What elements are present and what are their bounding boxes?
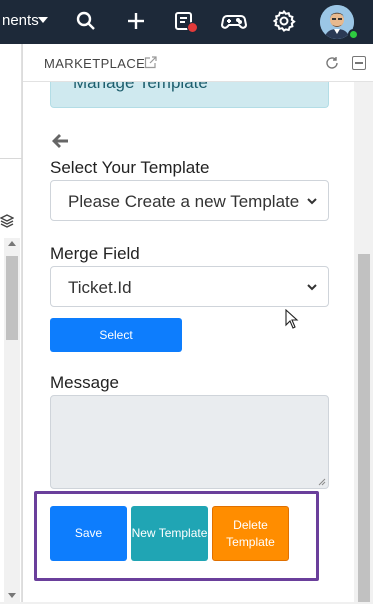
alert-text: Manage Template	[73, 82, 208, 92]
refresh-icon[interactable]	[325, 56, 339, 70]
new-template-button[interactable]: New Template	[131, 506, 208, 561]
divider	[0, 158, 22, 159]
merge-field-label: Merge Field	[50, 244, 140, 263]
back-arrow-icon[interactable]	[50, 132, 70, 150]
layers-icon[interactable]	[0, 212, 14, 230]
message-label: Message	[50, 373, 119, 392]
merge-field-select[interactable]: Ticket.Id	[50, 266, 329, 307]
marketplace-panel: MARKETPLACE Manage Template Select Your …	[22, 44, 373, 602]
delete-template-button[interactable]: Delete Template	[212, 506, 289, 561]
message-textarea[interactable]	[50, 395, 329, 489]
resize-grip-icon[interactable]	[318, 478, 326, 486]
template-select-value: Please Create a new Template	[68, 192, 300, 211]
external-link-icon[interactable]	[144, 56, 157, 69]
panel-header: MARKETPLACE	[23, 44, 373, 82]
panel-title: MARKETPLACE	[44, 56, 146, 71]
left-scrollbar-thumb[interactable]	[6, 256, 18, 340]
template-label: Select Your Template	[50, 158, 210, 177]
top-nav-bar: nents	[0, 0, 373, 44]
search-icon[interactable]	[74, 9, 98, 33]
chevron-down-icon	[307, 284, 317, 291]
panel-scrollbar[interactable]	[354, 82, 373, 602]
left-scrollbar[interactable]	[4, 238, 20, 604]
nav-menu-label[interactable]: nents	[2, 12, 39, 29]
scroll-down-arrow-icon[interactable]	[8, 593, 16, 598]
collapse-icon[interactable]	[352, 56, 366, 70]
caret-down-icon[interactable]	[38, 17, 48, 23]
manage-template-alert: Manage Template	[50, 82, 329, 108]
gear-icon[interactable]	[272, 9, 296, 33]
online-status-dot	[348, 29, 359, 40]
gamepad-icon[interactable]	[221, 9, 247, 33]
left-background-pane	[0, 44, 22, 604]
scroll-up-arrow-icon[interactable]	[8, 241, 16, 246]
notification-badge	[187, 22, 198, 33]
mouse-cursor-icon	[285, 309, 299, 329]
chevron-down-icon	[307, 198, 317, 205]
merge-field-select-value: Ticket.Id	[68, 278, 132, 297]
plus-icon[interactable]	[124, 9, 148, 33]
panel-scrollbar-thumb[interactable]	[358, 254, 370, 602]
save-button[interactable]: Save	[50, 506, 127, 561]
select-button[interactable]: Select	[50, 318, 182, 352]
template-select[interactable]: Please Create a new Template	[50, 180, 329, 221]
